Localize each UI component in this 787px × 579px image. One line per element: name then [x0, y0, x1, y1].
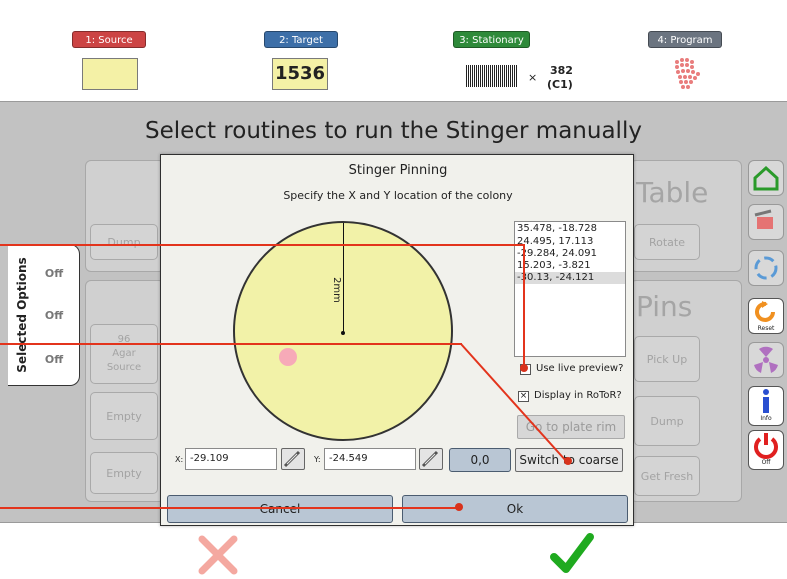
plate-scale-label: 2mm — [331, 277, 342, 303]
bg-table-heading: Table — [636, 176, 709, 209]
x-wand-button[interactable] — [281, 448, 305, 470]
bg-empty-button-2: Empty — [90, 452, 158, 494]
step-source-button[interactable]: 1: Source — [72, 31, 146, 48]
info-button[interactable]: Info — [748, 386, 784, 426]
coordinate-list[interactable]: 35.478, -18.728 24.495, 17.113 -29.284, … — [514, 221, 626, 357]
step-stationary-button[interactable]: 3: Stationary — [453, 31, 530, 48]
annotation-line-1 — [0, 244, 525, 246]
annotation-dot-3 — [455, 503, 463, 511]
step-bar: 1: Source 2: Target 3: Stationary 4: Pro… — [0, 0, 787, 102]
transfer-icon — [754, 209, 773, 229]
transfer-button[interactable] — [748, 204, 784, 240]
colony-marker[interactable] — [279, 348, 297, 366]
bg-empty-button-1: Empty — [90, 392, 158, 440]
stationary-barcode-icon[interactable] — [466, 65, 518, 87]
bg-pickup-button: Pick Up — [634, 336, 700, 382]
x-coordinate-input[interactable]: -29.109 — [185, 448, 277, 470]
plate-circle[interactable]: 2mm — [233, 221, 453, 441]
reset-icon — [755, 301, 775, 322]
off-option-icon-2: Off — [44, 309, 64, 322]
ok-button[interactable]: Ok — [402, 495, 628, 523]
bg-rotate-button: Rotate — [634, 224, 700, 260]
reset-label: Reset — [757, 325, 775, 332]
coordinate-item-selected[interactable]: -30.13, -24.121 — [515, 272, 625, 284]
cancel-button[interactable]: Cancel — [167, 495, 393, 523]
off-button[interactable]: Off — [748, 430, 784, 470]
info-icon — [763, 389, 769, 413]
page-title: Select routines to run the Stinger manua… — [145, 118, 642, 144]
coordinate-item[interactable]: -29.284, 24.091 — [515, 248, 625, 260]
radius-line — [343, 223, 344, 333]
radiation-button[interactable] — [748, 342, 784, 378]
cancel-x-icon[interactable] — [196, 533, 240, 577]
home-button[interactable] — [748, 160, 784, 196]
y-coordinate-input[interactable]: -24.549 — [324, 448, 416, 470]
wand-icon — [421, 450, 439, 468]
bg-pins-heading: Pins — [636, 290, 693, 323]
bg-agar-line-2: Agar — [112, 348, 136, 359]
annotation-line-2 — [0, 343, 462, 345]
center-dot — [341, 331, 345, 335]
dialog-subtitle: Specify the X and Y location of the colo… — [283, 189, 513, 202]
stationary-multiplier: × — [528, 71, 538, 84]
bg-agar-source-button: 96 Agar Source — [90, 324, 158, 384]
color-wheel-icon — [754, 256, 778, 280]
confirm-check-icon[interactable] — [548, 531, 596, 579]
bg-agar-line-3: Source — [106, 362, 142, 373]
target-plate-thumbnail[interactable]: 1536 — [272, 58, 328, 90]
stationary-count: 382 — [550, 64, 573, 77]
coordinate-item[interactable]: 24.495, 17.113 — [515, 236, 625, 248]
coordinate-item[interactable]: 35.478, -18.728 — [515, 222, 625, 236]
bottom-bar — [0, 522, 787, 578]
info-label: Info — [760, 415, 772, 422]
step-program-button[interactable]: 4: Program — [648, 31, 722, 48]
x-label: X: — [175, 455, 184, 464]
color-button[interactable] — [748, 250, 784, 286]
program-hand-icon[interactable] — [665, 56, 705, 94]
dialog-title: Stinger Pinning — [348, 163, 448, 178]
off-option-icon-3: Off — [44, 353, 64, 366]
wand-icon — [283, 450, 301, 468]
bg-get-fresh-button: Get Fresh — [634, 456, 700, 496]
y-wand-button[interactable] — [419, 448, 443, 470]
y-label: Y: — [314, 455, 321, 464]
selected-options-label: Selected Options — [15, 257, 29, 373]
step-target-button[interactable]: 2: Target — [264, 31, 338, 48]
source-plate-thumbnail[interactable] — [82, 58, 138, 90]
home-icon — [753, 165, 779, 191]
annotation-line-2-diagonal — [460, 343, 568, 463]
off-label: Off — [761, 459, 771, 466]
bg-dump-button-2: Dump — [634, 396, 700, 446]
selected-options-tab[interactable]: Selected Options Off Off Off — [8, 244, 80, 386]
stationary-plate-ref: (C1) — [547, 78, 573, 91]
power-icon — [754, 433, 778, 459]
radiation-icon — [754, 346, 778, 373]
annotation-dot-2 — [564, 457, 572, 465]
coordinate-item[interactable]: 15.203, -3.821 — [515, 260, 625, 272]
bg-dump-button: Dump — [90, 224, 158, 260]
annotation-line-3 — [0, 507, 462, 509]
reset-button[interactable]: Reset — [748, 298, 784, 334]
off-option-icon-1: Off — [44, 267, 64, 280]
